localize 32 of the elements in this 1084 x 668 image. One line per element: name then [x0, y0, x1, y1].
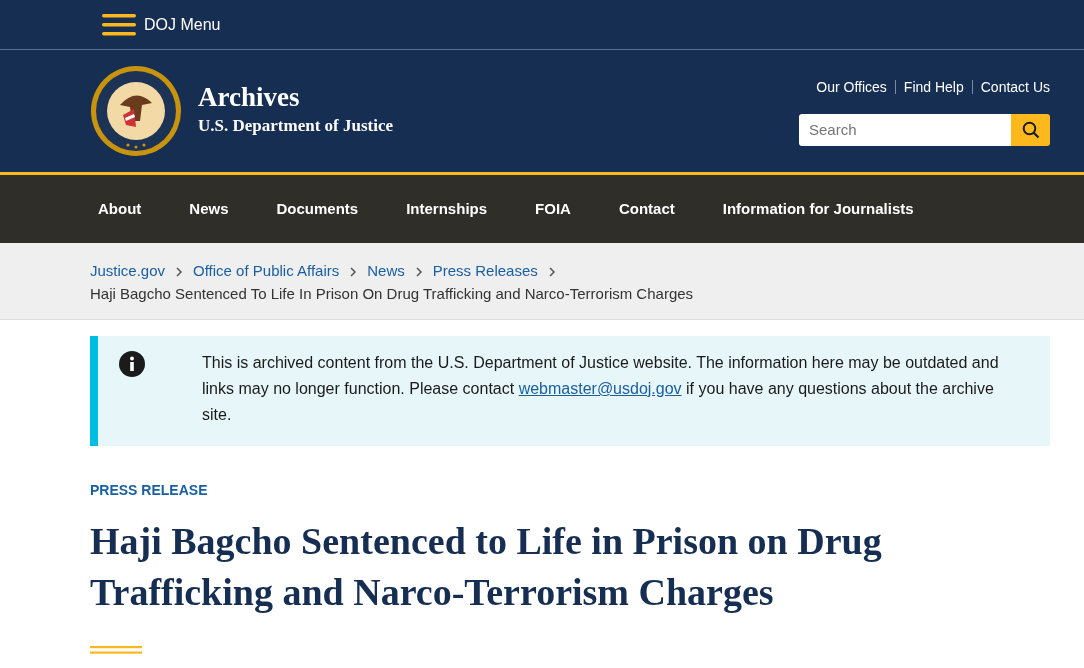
search-button[interactable] [1011, 113, 1050, 146]
menu-button[interactable]: DOJ Menu [102, 12, 221, 37]
nav-link[interactable]: News [189, 197, 229, 221]
search-field[interactable]: Search [799, 113, 1011, 146]
info-icon [118, 350, 146, 378]
breadcrumb-link[interactable]: Press Releases [432, 262, 538, 279]
email-link[interactable]: webmaster@usdoj.gov [518, 380, 682, 397]
nav-link[interactable]: Information for Journalists [722, 197, 914, 221]
article-title: Haji Bagcho Sentenced to Life in Prison on Drug Trafficking and Narco-Terrorism Charges [90, 519, 883, 615]
nav-link[interactable]: About [98, 197, 142, 221]
chevron-icon [414, 267, 423, 278]
breadcrumb-current: Haji Bagcho Sentenced To Life In Prison On Drug Trafficking and Narco-Terrorism Charges [90, 284, 694, 304]
chevron-icon [175, 267, 184, 278]
site-title[interactable]: Archives [198, 83, 393, 114]
chevron-icon [547, 267, 556, 278]
breadcrumb-link[interactable]: Office of Public Affairs [193, 262, 340, 279]
breadcrumb-link[interactable]: News [367, 262, 405, 279]
nav-link[interactable]: FOIA [535, 197, 571, 221]
utility-link[interactable]: Our Offices [816, 76, 887, 98]
nav-link[interactable]: Contact [618, 197, 675, 221]
utility-link[interactable]: Contact Us [980, 76, 1050, 98]
nav-link[interactable]: Internships [406, 197, 488, 221]
breadcrumb-link[interactable]: Justice.gov [90, 262, 166, 279]
title-underline [90, 646, 142, 654]
nav-link[interactable]: Documents [276, 197, 359, 221]
search-icon [1021, 120, 1040, 139]
utility-link[interactable]: Find Help [903, 76, 964, 98]
site-subtitle: U.S. Department of Justice [198, 115, 393, 138]
menu-icon [102, 12, 136, 37]
chevron-icon [349, 267, 358, 278]
press-release-label: PRESS RELEASE [90, 481, 208, 500]
alert-message: This is archived content from the U.S. Department of Justice website. The information here may be outdated and links may no longer function. Please contact webmaster@usdoj.gov if you have any questions about the archive site. [202, 353, 1000, 425]
